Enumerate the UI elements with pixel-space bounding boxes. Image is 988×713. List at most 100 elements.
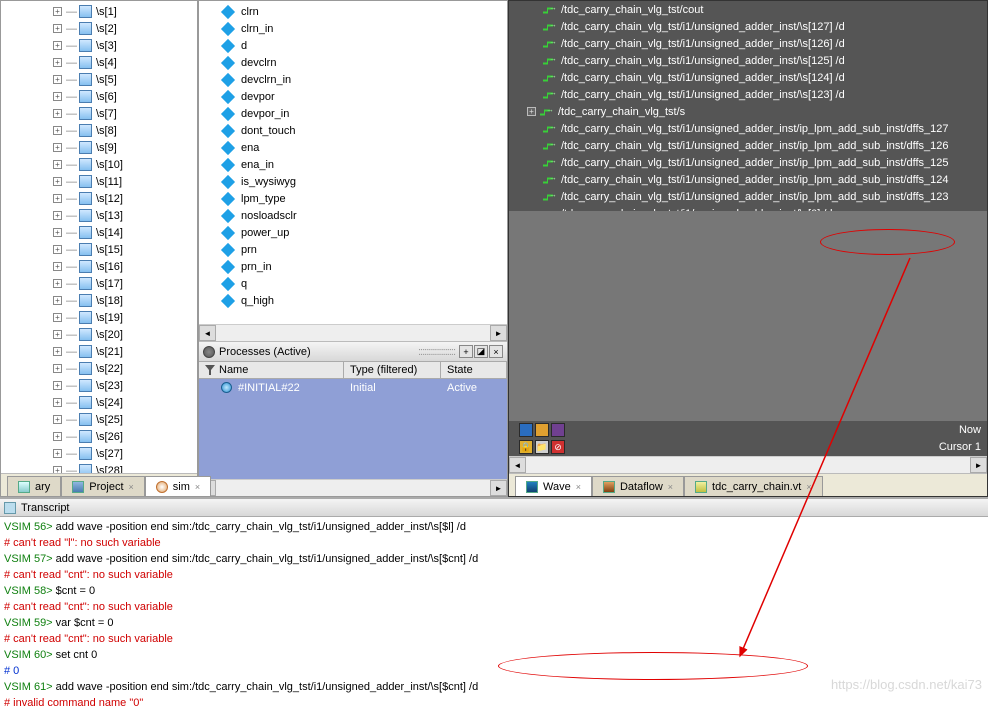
mid-row[interactable]: nosloadsclr [219,207,507,224]
tree-row[interactable]: +—\s[16] [53,258,197,275]
signal-tree[interactable]: +—\s[1]+—\s[2]+—\s[3]+—\s[4]+—\s[5]+—\s[… [1,1,197,473]
tree-row[interactable]: +—\s[18] [53,292,197,309]
mid-row[interactable]: q_high [219,292,507,309]
expander-icon[interactable]: + [53,347,62,356]
wave-row[interactable]: /tdc_carry_chain_vlg_tst/i1/unsigned_add… [509,69,987,86]
mid-row[interactable]: is_wysiwyg [219,173,507,190]
expander-icon[interactable]: + [527,107,536,116]
wave-row[interactable]: /tdc_carry_chain_vlg_tst/i1/unsigned_add… [509,137,987,154]
expander-icon[interactable]: + [53,364,62,373]
mid-row[interactable]: ena [219,139,507,156]
col-state[interactable]: State [441,362,507,378]
expander-icon[interactable]: + [53,143,62,152]
tree-row[interactable]: +—\s[26] [53,428,197,445]
tab-project[interactable]: Project× [61,476,145,496]
footer-icon-1[interactable] [519,423,533,437]
scroll-right-icon[interactable]: ► [490,480,507,496]
col-type[interactable]: Type (filtered) [344,362,441,378]
wave-row[interactable]: /tdc_carry_chain_vlg_tst/i1/unsigned_add… [509,18,987,35]
expander-icon[interactable]: + [53,449,62,458]
expander-icon[interactable]: + [53,381,62,390]
expander-icon[interactable]: + [53,228,62,237]
scroll-track[interactable] [216,480,490,496]
tree-row[interactable]: +—\s[7] [53,105,197,122]
mid-row[interactable]: dont_touch [219,122,507,139]
expander-icon[interactable]: + [53,24,62,33]
tab-wave[interactable]: Wave× [515,476,592,496]
expander-icon[interactable]: + [53,279,62,288]
footer-icon-2[interactable] [535,423,549,437]
mid-row[interactable]: clrn_in [219,20,507,37]
wave-row[interactable]: /tdc_carry_chain_vlg_tst/i1/unsigned_add… [509,205,987,211]
expander-icon[interactable]: + [53,41,62,50]
tree-row[interactable]: +—\s[20] [53,326,197,343]
tree-row[interactable]: +—\s[21] [53,343,197,360]
tree-row[interactable]: +—\s[9] [53,139,197,156]
mid-row[interactable]: devclrn [219,54,507,71]
expander-icon[interactable]: + [53,211,62,220]
tree-row[interactable]: +—\s[17] [53,275,197,292]
tree-row[interactable]: +—\s[8] [53,122,197,139]
tab-ary[interactable]: ary [7,476,61,496]
scroll-track[interactable] [526,457,970,473]
close-icon[interactable]: × [576,482,581,492]
wave-row[interactable]: /tdc_carry_chain_vlg_tst/cout [509,1,987,18]
tree-row[interactable]: +—\s[6] [53,88,197,105]
mid-row[interactable]: devclrn_in [219,71,507,88]
close-icon[interactable]: × [195,482,200,492]
mid-row[interactable]: clrn [219,3,507,20]
close-icon[interactable]: × [129,482,134,492]
mid-row[interactable]: devpor_in [219,105,507,122]
tree-row[interactable]: +—\s[4] [53,54,197,71]
tree-row[interactable]: +—\s[12] [53,190,197,207]
mid-row[interactable]: power_up [219,224,507,241]
proc-hscroll[interactable]: ◄ ► [199,479,507,496]
mid-signal-list[interactable]: clrnclrn_inddevclrndevclrn_indevpordevpo… [199,1,507,309]
expander-icon[interactable]: + [53,126,62,135]
mid-hscroll[interactable]: ◄ ► [199,324,507,341]
close-button[interactable]: × [489,345,503,358]
wave-row[interactable]: /tdc_carry_chain_vlg_tst/i1/unsigned_add… [509,52,987,69]
tree-row[interactable]: +—\s[19] [53,309,197,326]
mid-row[interactable]: q [219,275,507,292]
close-icon[interactable]: × [668,482,673,492]
dock-button[interactable]: ◪ [474,345,488,358]
tab-sim[interactable]: sim× [145,476,211,496]
process-row-name[interactable]: #INITIAL#22 [199,379,344,479]
processes-body[interactable]: #INITIAL#22 Initial Active [199,379,507,479]
folder-icon[interactable]: 📁 [535,440,549,454]
tree-row[interactable]: +—\s[24] [53,394,197,411]
expander-icon[interactable]: + [53,313,62,322]
scroll-left-icon[interactable]: ◄ [199,325,216,341]
scroll-left-icon[interactable]: ◄ [509,457,526,473]
expander-icon[interactable]: + [53,330,62,339]
mid-row[interactable]: devpor [219,88,507,105]
close-icon[interactable]: × [806,482,811,492]
expander-icon[interactable]: + [53,194,62,203]
tree-row[interactable]: +—\s[2] [53,20,197,37]
expander-icon[interactable]: + [53,75,62,84]
tree-row[interactable]: +—\s[1] [53,3,197,20]
tree-row[interactable]: +—\s[11] [53,173,197,190]
tree-row[interactable]: +—\s[13] [53,207,197,224]
mid-row[interactable]: lpm_type [219,190,507,207]
tree-row[interactable]: +—\s[28] [53,462,197,473]
wave-row[interactable]: /tdc_carry_chain_vlg_tst/i1/unsigned_add… [509,120,987,137]
tree-row[interactable]: +—\s[25] [53,411,197,428]
tab-tdc_carry_chain.vt[interactable]: tdc_carry_chain.vt× [684,476,823,496]
expander-icon[interactable]: + [53,7,62,16]
expander-icon[interactable]: + [53,245,62,254]
mid-row[interactable]: prn_in [219,258,507,275]
expander-icon[interactable]: + [53,296,62,305]
expander-icon[interactable]: + [53,160,62,169]
wave-signal-list[interactable]: /tdc_carry_chain_vlg_tst/cout/tdc_carry_… [509,1,987,211]
tree-row[interactable]: +—\s[27] [53,445,197,462]
add-button[interactable]: + [459,345,473,358]
expander-icon[interactable]: + [53,58,62,67]
wave-row[interactable]: /tdc_carry_chain_vlg_tst/i1/unsigned_add… [509,154,987,171]
wave-empty-area[interactable] [509,211,987,421]
stop-icon[interactable]: ⊘ [551,440,565,454]
expander-icon[interactable]: + [53,466,62,473]
expander-icon[interactable]: + [53,92,62,101]
tree-row[interactable]: +—\s[22] [53,360,197,377]
